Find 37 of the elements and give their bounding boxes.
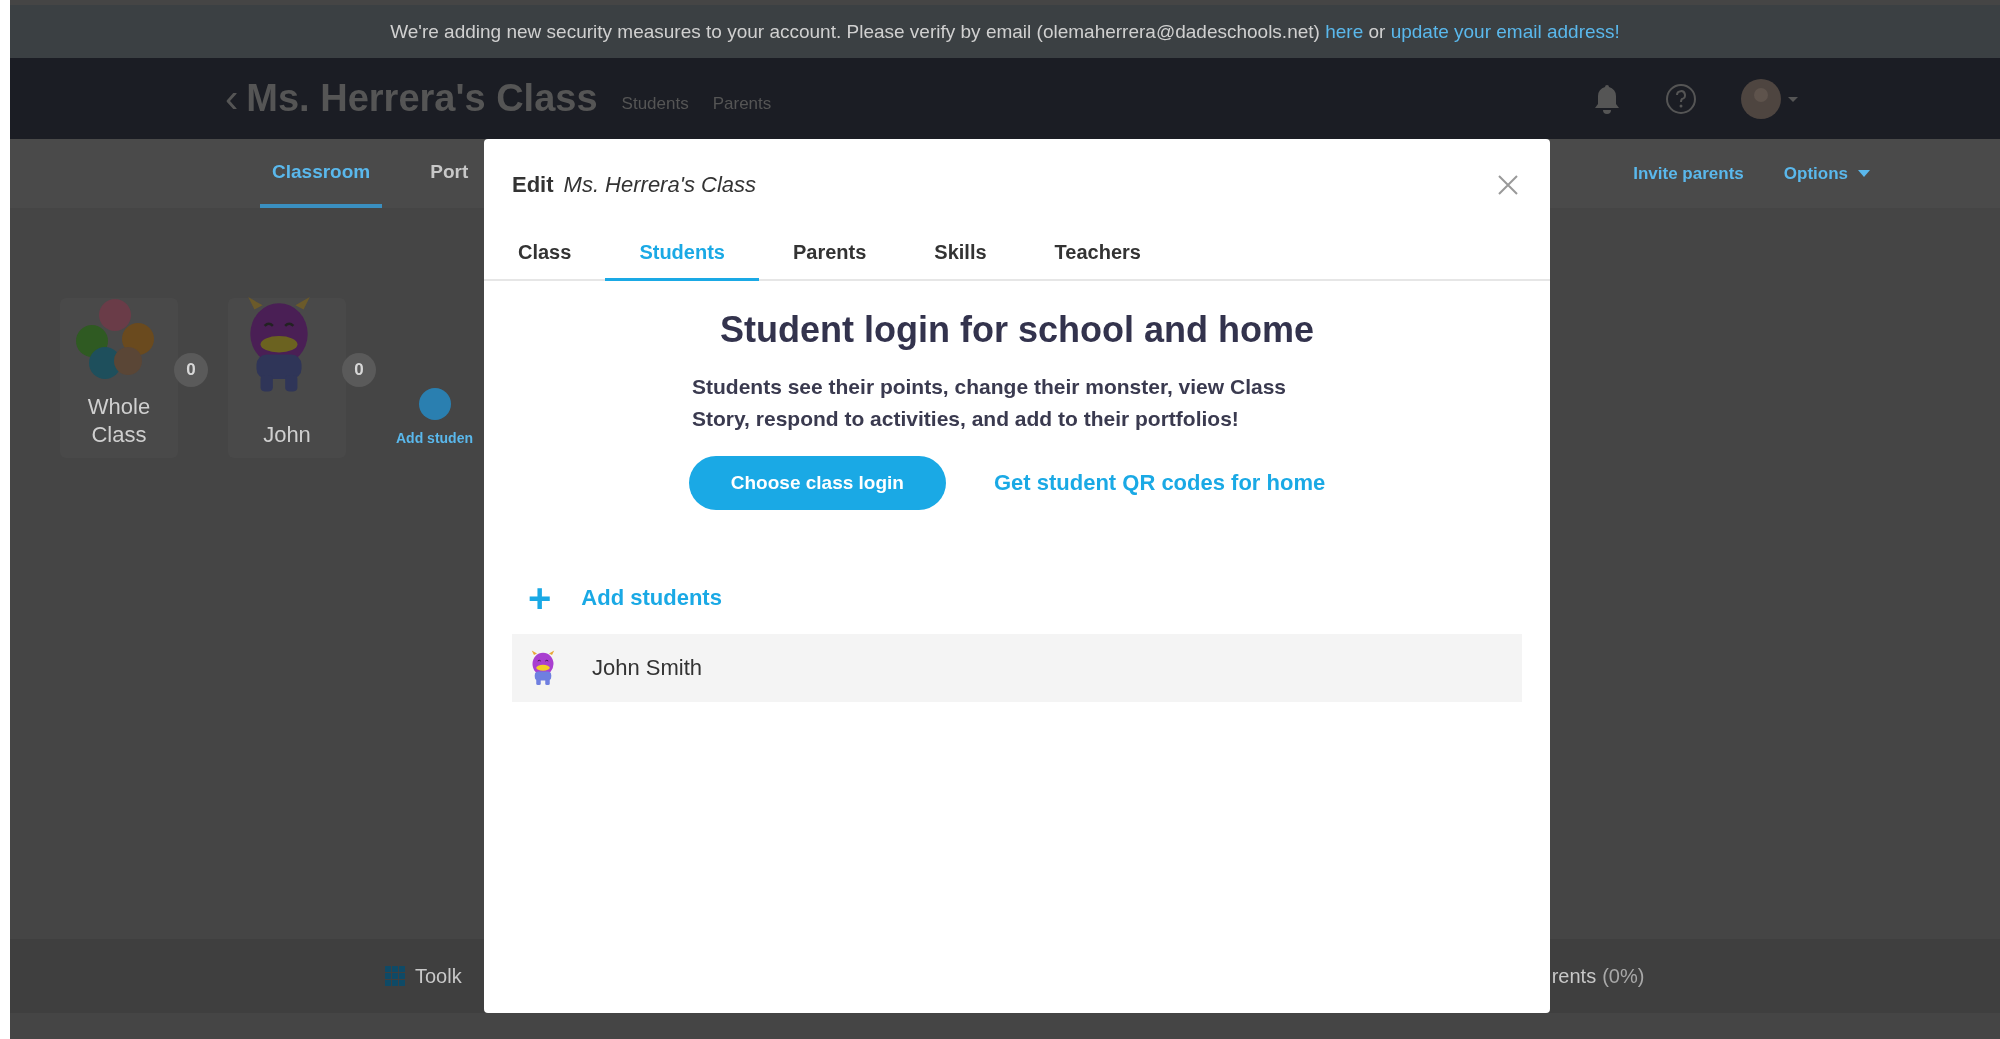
dialog-tab[interactable]: Class [504,231,606,281]
student-name: Whole Class [86,393,152,448]
verify-link[interactable]: here [1325,20,1364,42]
dialog-tab[interactable]: Parents [758,231,901,281]
add-student-link[interactable]: Add studen [396,430,473,446]
grid-icon [385,966,405,986]
security-notice: We're adding new security measures to your account. Please verify by email (olemaherrera@dadeschools.net) here or update your email address! [390,20,1620,43]
dialog-tab[interactable]: Students [605,231,759,281]
student-name: John [263,420,311,448]
dialog-title: Ms. Herrera's Class [563,172,756,198]
notification-bell-icon[interactable] [1593,82,1621,115]
classroom-tab[interactable]: Port [418,139,481,208]
student-card[interactable]: Whole Class [60,298,178,458]
section-heading: Student login for school and home [719,309,1315,351]
student-row[interactable]: John Smith [512,634,1522,702]
section-description: Students see their points, change their monster, view Class Story, respond to activities, and add to their portfolios! [692,374,1287,432]
toolkit-label[interactable]: Toolk [415,964,462,988]
student-name: John Smith [592,655,703,681]
student-card[interactable]: John [228,298,346,458]
points-badge: 0 [342,353,376,387]
parents-percent: (0%) [1602,964,1645,988]
update-email-link[interactable]: update your email address! [1390,20,1620,42]
parents-label[interactable]: rents [1551,964,1597,988]
dialog-tab[interactable]: Teachers [1020,231,1175,281]
choose-class-login-button[interactable]: Choose class login [688,456,946,510]
caret-icon[interactable] [1858,169,1870,178]
dialog-tab[interactable]: Skills [900,231,1021,281]
options-menu[interactable]: Options [1783,139,1870,208]
invite-parents-link[interactable]: Invite parents [1633,139,1744,208]
qr-codes-link[interactable]: Get student QR codes for home [993,470,1326,496]
help-icon[interactable] [1665,82,1697,115]
classroom-tab[interactable]: Classroom [260,139,383,208]
class-title: Ms. Herrera's Class [246,77,598,120]
points-badge: 0 [174,353,208,387]
plus-icon[interactable]: + [528,578,552,618]
add-students-link[interactable]: Add students [581,585,722,611]
dialog-title-prefix: Edit [512,172,554,198]
